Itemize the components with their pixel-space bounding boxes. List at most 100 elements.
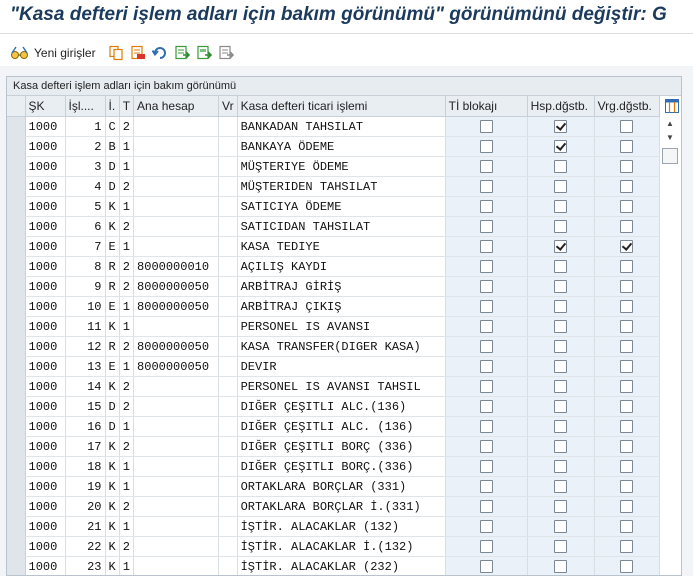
row-selector[interactable] (7, 336, 26, 357)
cell-t[interactable]: 1 (119, 196, 135, 217)
cell-islem-no[interactable]: 7 (65, 236, 106, 257)
hsp-dgstb-checkbox[interactable] (554, 419, 568, 433)
select-all-rows-cell[interactable] (7, 96, 26, 117)
table-row[interactable]: 1000 12 R 2 8000000050 KASA TRANSFER(DIGER KA… (7, 336, 660, 357)
cell-sk[interactable]: 1000 (25, 536, 66, 557)
row-selector[interactable] (7, 316, 26, 337)
cell-sk[interactable]: 1000 (25, 416, 66, 437)
cell-islem-no[interactable]: 5 (65, 196, 106, 217)
table-row[interactable]: 1000 22 K 2 İŞTİR. ALACAKLAR İ.(132) (7, 536, 660, 557)
column-header-ana-hesap[interactable]: Ana hesap (133, 96, 220, 117)
cell-ana-hesap[interactable] (133, 116, 220, 137)
cell-islem-no[interactable]: 6 (65, 216, 106, 237)
cell-ana-hesap[interactable]: 8000000010 (133, 256, 220, 277)
cell-vr[interactable] (218, 136, 238, 157)
row-selector[interactable] (7, 156, 26, 177)
vrg-dgstb-checkbox[interactable] (620, 439, 634, 453)
row-selector[interactable] (7, 196, 26, 217)
cell-sk[interactable]: 1000 (25, 256, 66, 277)
cell-i[interactable]: K (105, 496, 120, 517)
cell-ana-hesap[interactable] (133, 396, 220, 417)
ti-blokaji-checkbox[interactable] (479, 259, 493, 273)
hsp-dgstb-checkbox[interactable] (554, 499, 568, 513)
vertical-scrollbar[interactable]: ▲ ▼ (662, 116, 678, 176)
cell-t[interactable]: 1 (119, 296, 135, 317)
cell-t[interactable]: 2 (119, 176, 135, 197)
cell-ana-hesap[interactable]: 8000000050 (133, 356, 220, 377)
ti-blokaji-checkbox[interactable] (479, 559, 493, 573)
table-row[interactable]: 1000 20 K 2 ORTAKLARA BORÇLAR İ.(331) (7, 496, 660, 517)
vrg-dgstb-checkbox[interactable] (620, 399, 634, 413)
column-header-ti-blokaji[interactable]: Tİ blokajı (445, 96, 528, 117)
cell-ticari-islem[interactable]: ORTAKLARA BORÇLAR İ.(331) (237, 496, 446, 517)
cell-t[interactable]: 1 (119, 316, 135, 337)
vrg-dgstb-checkbox[interactable] (620, 179, 634, 193)
table-row[interactable]: 1000 10 E 1 8000000050 ARBİTRAJ ÇIKIŞ (7, 296, 660, 317)
cell-islem-no[interactable]: 3 (65, 156, 106, 177)
cell-vr[interactable] (218, 456, 238, 477)
vrg-dgstb-checkbox[interactable] (620, 379, 634, 393)
cell-sk[interactable]: 1000 (25, 496, 66, 517)
hsp-dgstb-checkbox[interactable] (554, 439, 568, 453)
cell-vr[interactable] (218, 276, 238, 297)
cell-islem-no[interactable]: 16 (65, 416, 106, 437)
cell-ana-hesap[interactable] (133, 416, 220, 437)
vrg-dgstb-checkbox[interactable] (620, 519, 634, 533)
cell-sk[interactable]: 1000 (25, 116, 66, 137)
cell-sk[interactable]: 1000 (25, 196, 66, 217)
cell-ana-hesap[interactable] (133, 176, 220, 197)
ti-blokaji-checkbox[interactable] (479, 519, 493, 533)
table-row[interactable]: 1000 4 D 2 MÜŞTERIDEN TAHSILAT (7, 176, 660, 197)
cell-i[interactable]: B (105, 136, 120, 157)
row-selector[interactable] (7, 436, 26, 457)
row-selector[interactable] (7, 416, 26, 437)
cell-ticari-islem[interactable]: ORTAKLARA BORÇLAR (331) (237, 476, 446, 497)
cell-vr[interactable] (218, 376, 238, 397)
column-header-i[interactable]: İ. (105, 96, 120, 117)
cell-ticari-islem[interactable]: BANKAYA ÖDEME (237, 136, 446, 157)
cell-vr[interactable] (218, 316, 238, 337)
cell-ana-hesap[interactable] (133, 216, 220, 237)
table-row[interactable]: 1000 15 D 2 DIĞER ÇEŞITLI ALC.(136) (7, 396, 660, 417)
table-row[interactable]: 1000 6 K 2 SATICIDAN TAHSILAT (7, 216, 660, 237)
cell-i[interactable]: E (105, 296, 120, 317)
cell-vr[interactable] (218, 356, 238, 377)
cell-t[interactable]: 1 (119, 476, 135, 497)
cell-vr[interactable] (218, 196, 238, 217)
hsp-dgstb-checkbox[interactable] (554, 379, 568, 393)
cell-ticari-islem[interactable]: PERSONEL IS AVANSI TAHSIL (237, 376, 446, 397)
cell-vr[interactable] (218, 556, 238, 575)
table-row[interactable]: 1000 19 K 1 ORTAKLARA BORÇLAR (331) (7, 476, 660, 497)
cell-ticari-islem[interactable]: İŞTİR. ALACAKLAR (232) (237, 556, 446, 575)
deselect-all-button[interactable] (218, 44, 234, 62)
cell-i[interactable]: C (105, 116, 120, 137)
vrg-dgstb-checkbox[interactable] (620, 539, 634, 553)
vrg-dgstb-checkbox[interactable] (620, 339, 634, 353)
cell-ana-hesap[interactable] (133, 476, 220, 497)
cell-islem-no[interactable]: 22 (65, 536, 106, 557)
hsp-dgstb-checkbox[interactable] (554, 479, 568, 493)
table-row[interactable]: 1000 18 K 1 DIĞER ÇEŞITLI BORÇ.(336) (7, 456, 660, 477)
cell-islem-no[interactable]: 20 (65, 496, 106, 517)
scroll-up-icon[interactable]: ▲ (662, 116, 678, 130)
cell-vr[interactable] (218, 516, 238, 537)
cell-ticari-islem[interactable]: MÜŞTERIDEN TAHSILAT (237, 176, 446, 197)
cell-ticari-islem[interactable]: KASA TEDIYE (237, 236, 446, 257)
cell-ana-hesap[interactable] (133, 496, 220, 517)
cell-sk[interactable]: 1000 (25, 276, 66, 297)
cell-ana-hesap[interactable] (133, 536, 220, 557)
cell-i[interactable]: D (105, 176, 120, 197)
vrg-dgstb-checkbox[interactable] (620, 559, 634, 573)
cell-i[interactable]: K (105, 556, 120, 575)
table-row[interactable]: 1000 5 K 1 SATICIYA ÖDEME (7, 196, 660, 217)
table-row[interactable]: 1000 21 K 1 İŞTİR. ALACAKLAR (132) (7, 516, 660, 537)
table-row[interactable]: 1000 1 C 2 BANKADAN TAHSILAT (7, 116, 660, 137)
scroll-down-icon[interactable]: ▼ (662, 130, 678, 144)
row-selector[interactable] (7, 536, 26, 557)
vrg-dgstb-checkbox[interactable] (620, 239, 634, 253)
cell-t[interactable]: 2 (119, 536, 135, 557)
table-row[interactable]: 1000 7 E 1 KASA TEDIYE (7, 236, 660, 257)
cell-i[interactable]: K (105, 516, 120, 537)
cell-sk[interactable]: 1000 (25, 436, 66, 457)
table-row[interactable]: 1000 17 K 2 DIĞER ÇEŞITLI BORÇ (336) (7, 436, 660, 457)
